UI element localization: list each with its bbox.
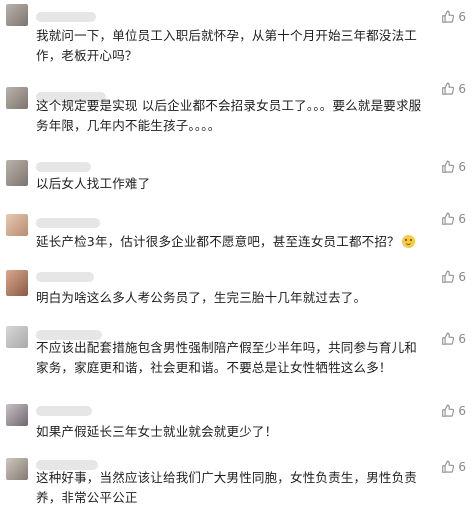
commenter-name[interactable]	[36, 218, 100, 228]
like-count: 6	[458, 10, 466, 24]
comment-text: 延长产检3年，估计很多企业都不愿意吧，甚至连女员工都不招？	[36, 232, 422, 252]
thinking-emoji-icon	[401, 235, 415, 248]
like-count: 6	[458, 404, 466, 418]
avatar[interactable]	[6, 4, 28, 26]
avatar[interactable]	[6, 458, 28, 480]
thumbs-up-icon	[442, 270, 455, 283]
avatar[interactable]	[6, 87, 28, 109]
avatar[interactable]	[6, 160, 28, 186]
thumbs-up-icon	[442, 212, 455, 225]
like-count: 6	[458, 82, 466, 96]
commenter-name[interactable]	[36, 162, 91, 172]
avatar[interactable]	[6, 326, 28, 348]
thumbs-up-icon	[442, 160, 455, 173]
like-button[interactable]: 6	[441, 270, 466, 284]
thumbs-up-icon	[442, 10, 455, 23]
like-count: 6	[458, 332, 466, 346]
thumbs-up-icon	[442, 404, 455, 417]
commenter-name[interactable]	[36, 12, 96, 22]
comment-text: 如果产假延长三年女士就业就会就更少了！	[36, 424, 278, 439]
thumbs-up-icon	[442, 460, 455, 473]
comment-text: 这个规定要是实现 以后企业都不会招录女员工了。。。要么就是要求服务年限，几年内不…	[36, 98, 422, 133]
comment-text: 明白为啥这么多人考公务员了，生完三胎十几年就过去了。	[36, 290, 367, 305]
like-count: 6	[458, 460, 466, 474]
like-button[interactable]: 6	[441, 212, 466, 226]
comment-text: 不应该出配套措施包含男性强制陪产假至少半年吗，共同参与育儿和家务，家庭更和谐，社…	[36, 340, 418, 375]
comment-text-body: 延长产检3年，估计很多企业都不愿意吧，甚至连女员工都不招？	[36, 234, 400, 249]
comment-text: 这种好事，当然应该让给我们广大男性同胞，女性负责生，男性负责养，非常公平公正	[36, 470, 418, 505]
like-button[interactable]: 6	[441, 460, 466, 474]
avatar[interactable]	[6, 214, 28, 236]
like-count: 6	[458, 212, 466, 226]
comment-text: 我就问一下，单位员工入职后就怀孕，从第十个月开始三年都没法工作，老板开心吗？	[36, 28, 418, 63]
commenter-name[interactable]	[36, 406, 92, 416]
like-button[interactable]: 6	[441, 332, 466, 346]
avatar[interactable]	[6, 404, 28, 426]
avatar[interactable]	[6, 270, 28, 296]
commenter-name[interactable]	[36, 272, 94, 282]
thumbs-up-icon	[442, 82, 455, 95]
comment-text: 以后女人找工作难了	[36, 176, 151, 191]
like-button[interactable]: 6	[441, 10, 466, 24]
like-button[interactable]: 6	[441, 160, 466, 174]
like-button[interactable]: 6	[441, 82, 466, 96]
like-count: 6	[458, 270, 466, 284]
like-count: 6	[458, 160, 466, 174]
thumbs-up-icon	[442, 332, 455, 345]
like-button[interactable]: 6	[441, 404, 466, 418]
